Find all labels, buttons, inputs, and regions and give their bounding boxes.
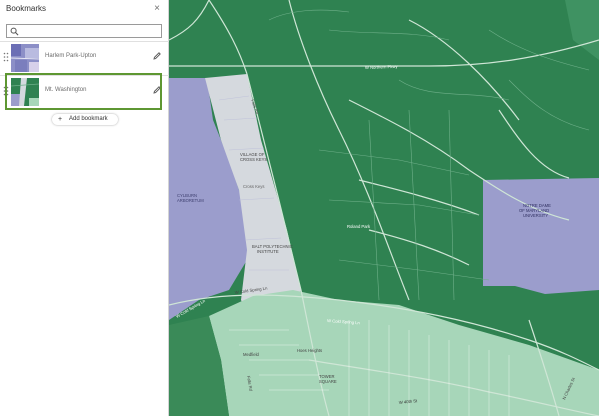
search-input[interactable] [21, 26, 159, 36]
map-area-lavender-east [483, 178, 599, 294]
bookmark-item-mt-washington[interactable]: Mt. Washington [0, 75, 169, 109]
pencil-icon[interactable] [152, 51, 162, 61]
add-bookmark-label: Add bookmark [69, 116, 108, 122]
label-roland-park: Roland Park [347, 224, 371, 229]
label-cross-keys: Cross Keys [243, 184, 264, 189]
plus-icon: + [58, 116, 63, 123]
label-cylburn-2: ARBORETUM [177, 198, 204, 203]
panel-title: Bookmarks [6, 4, 47, 13]
label-tower-square-2: SQUARE [319, 379, 337, 384]
drag-handle-icon[interactable] [3, 52, 9, 62]
bookmark-thumbnail [11, 78, 39, 106]
bookmark-item-harlem-park-upton[interactable]: Harlem Park-Upton [0, 41, 169, 75]
map-canvas[interactable]: W Northern Pkwy Falls Rd VILLAGE OF CROS… [169, 0, 599, 416]
search-icon [10, 27, 19, 36]
add-bookmark-button[interactable]: + Add bookmark [52, 114, 118, 125]
bookmarks-panel: Bookmarks × Harlem Park-Upton Mt. Washin… [0, 0, 169, 416]
pencil-icon[interactable] [152, 85, 162, 95]
close-icon[interactable]: × [150, 2, 164, 16]
label-hoes-heights: Hoes Heights [297, 348, 322, 353]
bookmark-label: Harlem Park-Upton [45, 53, 97, 59]
label-notre-dame-3: UNIVERSITY [523, 213, 548, 218]
label-medfield: Medfield [243, 352, 259, 357]
bookmark-thumbnail [11, 44, 39, 72]
search-box[interactable] [6, 24, 162, 38]
label-village-cross-keys-2: CROSS KEYS [240, 157, 267, 162]
label-poly-2: INSTITUTE [257, 249, 279, 254]
map-view[interactable]: W Northern Pkwy Falls Rd VILLAGE OF CROS… [169, 0, 599, 416]
drag-handle-icon[interactable] [3, 86, 9, 96]
bookmark-label: Mt. Washington [45, 87, 87, 93]
